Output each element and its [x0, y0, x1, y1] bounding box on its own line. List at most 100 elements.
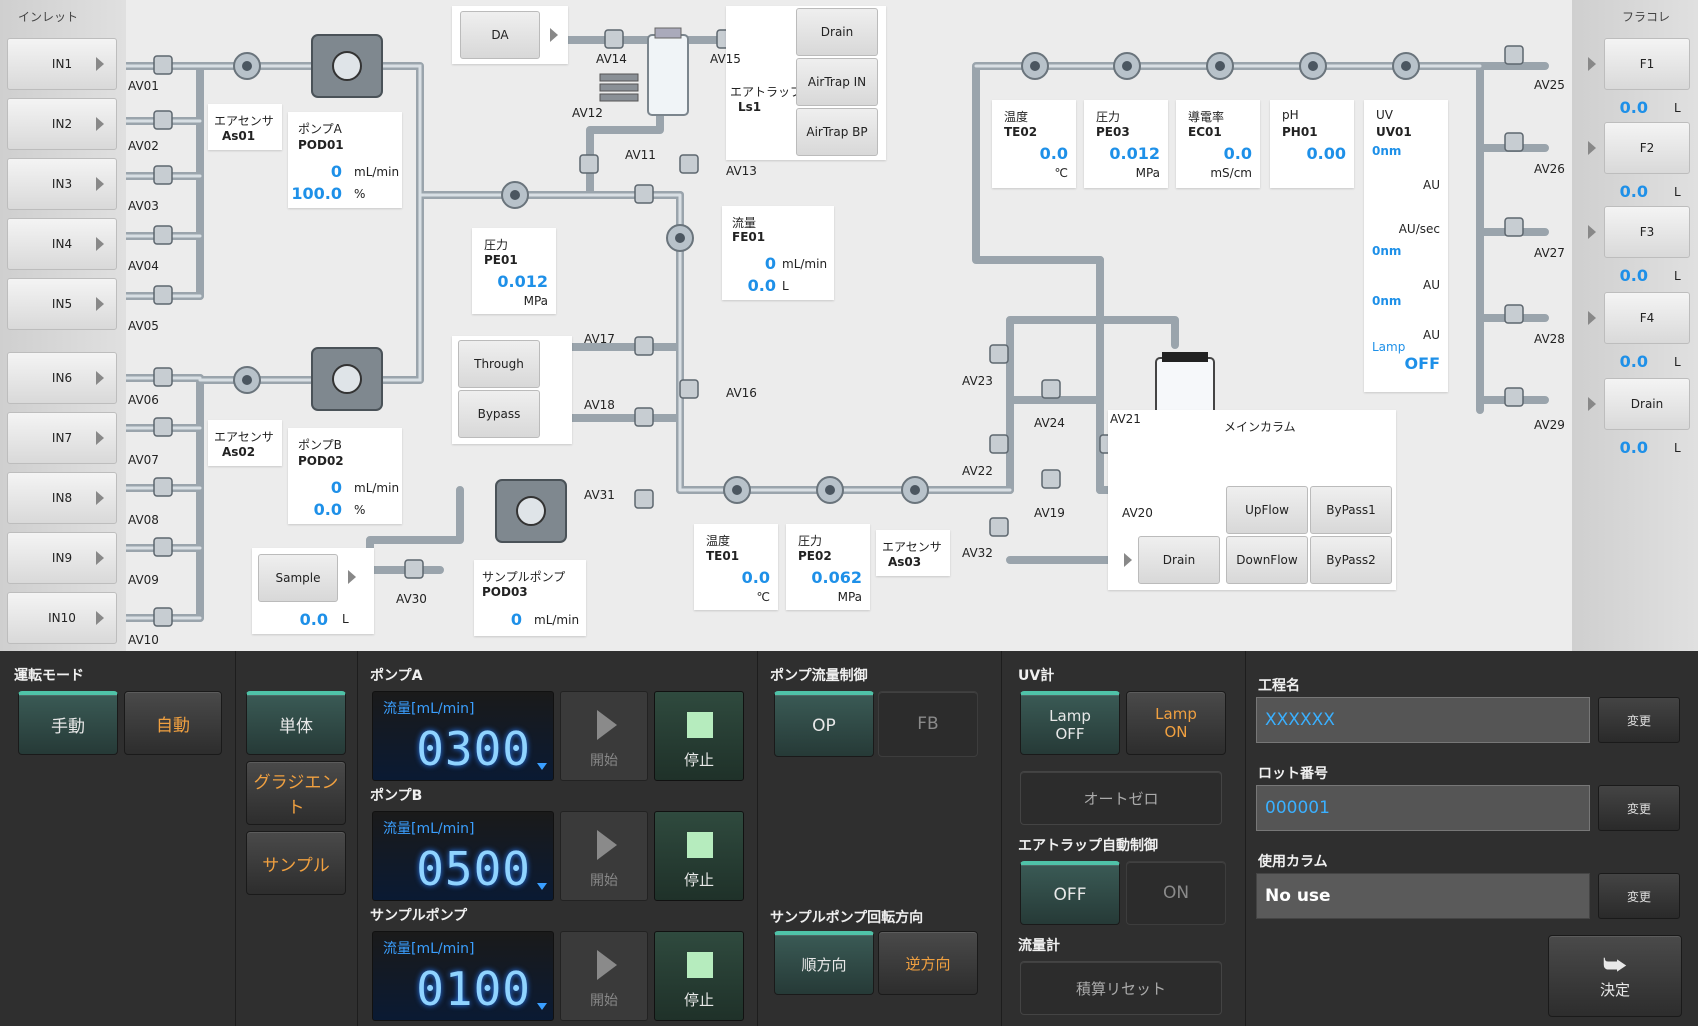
lamp-on-button[interactable]: Lamp ON: [1126, 691, 1226, 755]
valve-av24-label: AV24: [1034, 416, 1065, 430]
valve-av32-label: AV32: [962, 546, 993, 560]
inlet-arrow-icon: [96, 371, 104, 385]
pump-a-dropdown-icon: [537, 763, 547, 770]
forward-button[interactable]: 順方向: [774, 931, 874, 995]
valve-av09-label: AV09: [128, 573, 159, 587]
sample-unit: L: [342, 612, 349, 626]
pump-a-panel: ポンプA POD01 0 mL/min 100.0 %: [288, 112, 402, 208]
sample-mode-button[interactable]: サンプル: [246, 831, 346, 895]
through-button[interactable]: Through: [458, 340, 540, 388]
air-trap-vessel-icon: [647, 27, 689, 116]
sample-pump-title: サンプルポンプ: [482, 570, 566, 584]
pump-a-pct-value: 100.0: [291, 184, 342, 203]
valve-av07-label: AV07: [128, 453, 159, 467]
sample-button[interactable]: Sample: [258, 554, 338, 602]
pump-b-pct-value: 0.0: [313, 500, 342, 519]
air-trap-in-button[interactable]: AirTrap IN: [796, 58, 878, 106]
column-change-button[interactable]: 変更: [1598, 873, 1680, 919]
air-sensor-1-panel: エアセンサ As01: [208, 104, 282, 150]
pump-b-stop-label: 停止: [683, 871, 714, 889]
column-field[interactable]: No use: [1256, 873, 1590, 919]
ec01-value: 0.0: [1223, 144, 1252, 163]
process-name-field[interactable]: XXXXXX: [1256, 697, 1590, 743]
column-title: 使用カラム: [1258, 854, 1328, 870]
lamp-off-button[interactable]: Lamp OFF: [1020, 691, 1120, 755]
air-trap-panel: エアトラップ Ls1 Drain AirTrap IN AirTrap BP: [726, 6, 886, 160]
te01-panel: 温度 TE01 0.0 ℃: [694, 524, 778, 610]
pump-a-flow-input[interactable]: 流量[mL/min] 0300: [372, 691, 554, 781]
air-trap-bp-button[interactable]: AirTrap BP: [796, 108, 878, 156]
fraction-volume-unit: L: [1674, 355, 1681, 369]
single-button[interactable]: 単体: [246, 691, 346, 755]
fraction-button-drain[interactable]: Drain: [1604, 378, 1690, 430]
upflow-button[interactable]: UpFlow: [1226, 486, 1308, 534]
process-info-section: 工程名 XXXXXX 変更 ロット番号 000001 変更 使用カラム No u…: [1246, 651, 1698, 1026]
pe03-value: 0.012: [1109, 144, 1160, 163]
pe02-value: 0.062: [811, 568, 862, 587]
valve-av20-label: AV20: [1122, 506, 1153, 520]
fraction-volume-unit: L: [1674, 441, 1681, 455]
bypass-button[interactable]: Bypass: [458, 390, 540, 438]
valve-av12-label: AV12: [572, 106, 603, 120]
downflow-button[interactable]: DownFlow: [1226, 536, 1308, 584]
uv01-title: UV: [1376, 108, 1393, 122]
sample-pump-flow-input[interactable]: 流量[mL/min] 0100: [372, 931, 554, 1021]
sample-pump-stop-button[interactable]: 停止: [654, 931, 744, 1021]
flowmeter-title: 流量計: [1018, 938, 1060, 954]
pump-b-title: ポンプB: [298, 438, 342, 452]
air-sensor-2-title: エアセンサ: [214, 430, 274, 444]
lot-number-field[interactable]: 000001: [1256, 785, 1590, 831]
fraction-button-f1[interactable]: F1: [1604, 38, 1690, 90]
total-reset-button[interactable]: 積算リセット: [1020, 961, 1222, 1015]
main-column-panel: メインカラム UpFlow ByPass1 DownFlow ByPass2 D…: [1108, 410, 1396, 590]
pump-b-flow-input[interactable]: 流量[mL/min] 0500: [372, 811, 554, 901]
pump-b-start-button[interactable]: 開始: [560, 811, 648, 901]
pattern-section: 単体 グラジエント サンプル: [236, 651, 358, 1026]
te01-value: 0.0: [741, 568, 770, 587]
pe01-unit: MPa: [523, 294, 548, 308]
op-button[interactable]: OP: [774, 691, 874, 757]
fraction-button-f3[interactable]: F3: [1604, 206, 1690, 258]
pe03-title: 圧力: [1096, 110, 1121, 124]
da-button[interactable]: DA: [460, 11, 540, 59]
airtrap-on-button[interactable]: ON: [1126, 861, 1226, 925]
pump-a-icon: [311, 34, 383, 98]
play-icon: [597, 950, 617, 980]
reverse-button[interactable]: 逆方向: [878, 931, 978, 995]
te02-value: 0.0: [1039, 144, 1068, 163]
inlet-arrow-icon: [96, 117, 104, 131]
decide-button[interactable]: ⮩ 決定: [1548, 935, 1682, 1017]
gradient-button[interactable]: グラジエント: [246, 761, 346, 825]
sample-pump-flow-setpoint: 0100: [416, 962, 531, 1016]
bypass1-button[interactable]: ByPass1: [1310, 486, 1392, 534]
bypass2-button[interactable]: ByPass2: [1310, 536, 1392, 584]
sample-pump-flow-value: 0: [510, 610, 522, 629]
pe02-unit: MPa: [837, 590, 862, 604]
manual-mode-button[interactable]: 手動: [18, 691, 118, 755]
ph01-panel: pH PH01 0.00: [1270, 100, 1354, 188]
pump-a-stop-button[interactable]: 停止: [654, 691, 744, 781]
stop-icon: [687, 712, 713, 738]
pump-a-start-button[interactable]: 開始: [560, 691, 648, 781]
stop-icon: [687, 952, 713, 978]
pump-b-ctrl-title: ポンプB: [370, 788, 423, 804]
fraction-volume-value: 0.0: [1619, 182, 1648, 201]
airtrap-off-button[interactable]: OFF: [1020, 861, 1120, 925]
process-name-change-button[interactable]: 変更: [1598, 697, 1680, 743]
lot-number-change-button[interactable]: 変更: [1598, 785, 1680, 831]
fraction-button-f4[interactable]: F4: [1604, 292, 1690, 344]
valve-av16-label: AV16: [726, 386, 757, 400]
autozero-button[interactable]: オートゼロ: [1020, 771, 1222, 825]
mode-section: 運転モード 手動 自動: [0, 651, 236, 1026]
auto-mode-button[interactable]: 自動: [124, 691, 222, 755]
fraction-button-f2[interactable]: F2: [1604, 122, 1690, 174]
pumps-section: ポンプA 流量[mL/min] 0300 開始 停止 ポンプB 流量[mL/mi…: [358, 651, 758, 1026]
pump-b-stop-button[interactable]: 停止: [654, 811, 744, 901]
sample-panel: Sample 0.0 L: [252, 548, 374, 634]
sample-pump-start-label: 開始: [590, 993, 618, 1009]
air-trap-drain-button[interactable]: Drain: [796, 8, 878, 56]
air-sensor-3-title: エアセンサ: [882, 540, 942, 554]
sample-pump-start-button[interactable]: 開始: [560, 931, 648, 1021]
fb-button[interactable]: FB: [878, 691, 978, 757]
column-drain-button[interactable]: Drain: [1138, 536, 1220, 584]
